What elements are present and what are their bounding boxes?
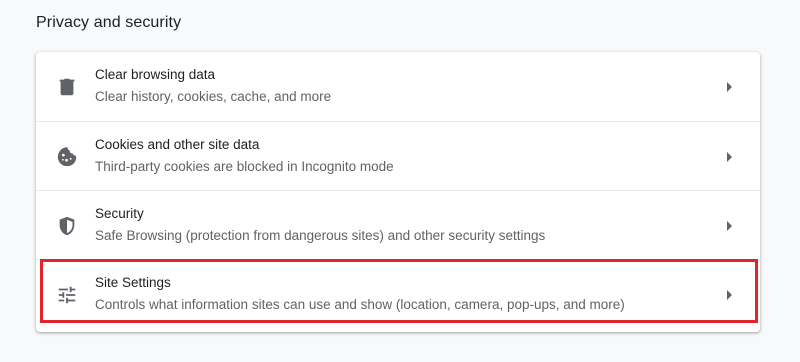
shield-icon [56,215,78,237]
tune-sliders-icon [56,284,78,306]
row-title: Clear browsing data [95,67,216,82]
clear-browsing-data-row[interactable]: Clear browsing data Clear history, cooki… [36,52,760,121]
security-row[interactable]: Security Safe Browsing (protection from … [36,190,760,259]
section-title: Privacy and security [36,14,182,31]
row-subtitle: Controls what information sites can use … [95,297,625,312]
chevron-right-icon [724,220,734,232]
trash-icon [56,76,78,98]
row-subtitle: Safe Browsing (protection from dangerous… [95,228,546,243]
privacy-security-card: Clear browsing data Clear history, cooki… [36,52,760,332]
chevron-right-icon [724,151,734,163]
row-title: Security [95,206,144,221]
chevron-right-icon [724,81,734,93]
chevron-right-icon [724,289,734,301]
row-subtitle: Clear history, cookies, cache, and more [95,89,332,104]
row-title: Cookies and other site data [95,137,260,152]
row-title: Site Settings [95,275,171,290]
cookie-icon [56,146,78,168]
site-settings-row[interactable]: Site Settings Controls what information … [36,259,760,328]
cookies-site-data-row[interactable]: Cookies and other site data Third-party … [36,121,760,190]
settings-page: Privacy and security Clear browsing data… [0,0,800,362]
row-subtitle: Third-party cookies are blocked in Incog… [95,159,394,174]
